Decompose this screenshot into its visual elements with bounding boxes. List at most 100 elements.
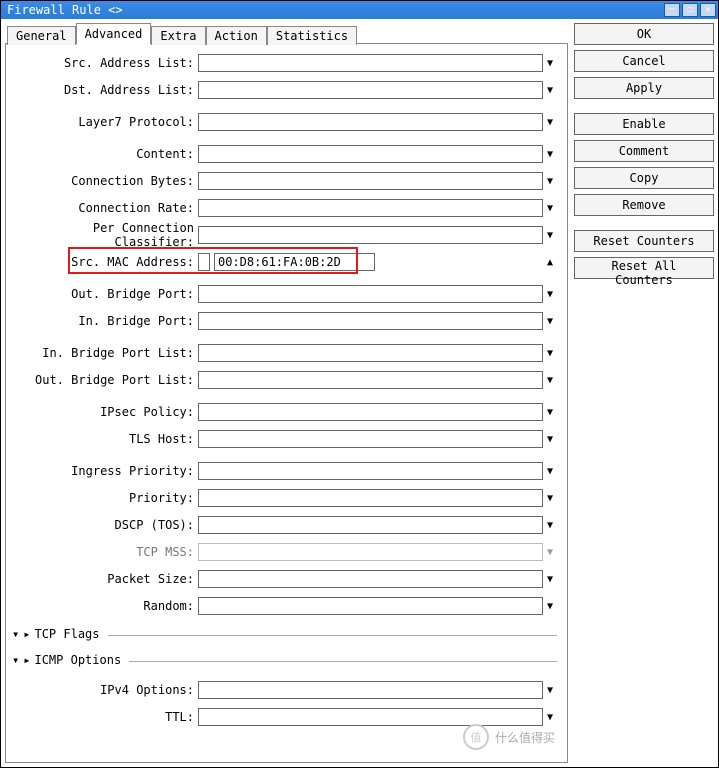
label-in-bridge-port-list: In. Bridge Port List:	[12, 346, 198, 360]
expand-toggle-icon[interactable]: ▼	[543, 174, 557, 188]
label-tls-host: TLS Host:	[12, 432, 198, 446]
in-bridge-port-input[interactable]	[198, 312, 543, 330]
tab-extra[interactable]: Extra	[151, 26, 205, 45]
expand-toggle-icon[interactable]: ▼	[543, 572, 557, 586]
minimize-button[interactable]: ─	[664, 3, 680, 17]
label-dscp: DSCP (TOS):	[12, 518, 198, 532]
in-bridge-port-list-input[interactable]	[198, 344, 543, 362]
label-dst-address-list: Dst. Address List:	[12, 83, 198, 97]
label-random: Random:	[12, 599, 198, 613]
ok-button[interactable]: OK	[574, 23, 714, 45]
tab-panel-advanced: Src. Address List: ▼ Dst. Address List: …	[5, 43, 568, 763]
label-out-bridge-port-list: Out. Bridge Port List:	[12, 373, 198, 387]
tcp-flags-label: TCP Flags	[34, 627, 99, 641]
random-input[interactable]	[198, 597, 543, 615]
label-content: Content:	[12, 147, 198, 161]
tab-advanced[interactable]: Advanced	[76, 23, 152, 44]
enable-button[interactable]: Enable	[574, 113, 714, 135]
expand-toggle-icon[interactable]: ▼	[543, 201, 557, 215]
tab-action[interactable]: Action	[206, 26, 267, 45]
label-packet-size: Packet Size:	[12, 572, 198, 586]
expand-toggle-icon[interactable]: ▼	[543, 432, 557, 446]
label-tcp-mss: TCP MSS:	[12, 545, 198, 559]
dst-address-list-input[interactable]	[198, 81, 543, 99]
icmp-options-header[interactable]: ▾ ▸ ICMP Options	[12, 651, 557, 669]
collapse-toggle-icon[interactable]: ▲	[543, 255, 557, 269]
expand-toggle-icon[interactable]: ▼	[543, 491, 557, 505]
tab-general[interactable]: General	[7, 26, 76, 45]
caret-right-icon: ▸	[23, 627, 30, 641]
src-mac-not-checkbox[interactable]	[198, 253, 210, 271]
label-priority: Priority:	[12, 491, 198, 505]
packet-size-input[interactable]	[198, 570, 543, 588]
expand-toggle-icon[interactable]: ▼	[543, 56, 557, 70]
layer7-input[interactable]	[198, 113, 543, 131]
tab-statistics[interactable]: Statistics	[267, 26, 357, 45]
tcp-flags-header[interactable]: ▾ ▸ TCP Flags	[12, 625, 557, 643]
label-ipv4-options: IPv4 Options:	[12, 683, 198, 697]
expand-toggle-icon[interactable]: ▼	[543, 405, 557, 419]
expand-toggle-icon: ▼	[543, 545, 557, 559]
content-input[interactable]	[198, 145, 543, 163]
close-button[interactable]: ✕	[700, 3, 716, 17]
ipsec-policy-input[interactable]	[198, 403, 543, 421]
out-bridge-port-list-input[interactable]	[198, 371, 543, 389]
pcc-input[interactable]	[198, 226, 543, 244]
src-address-list-input[interactable]	[198, 54, 543, 72]
label-in-bridge-port: In. Bridge Port:	[12, 314, 198, 328]
maximize-button[interactable]: ☐	[682, 3, 698, 17]
label-out-bridge-port: Out. Bridge Port:	[12, 287, 198, 301]
chevron-down-icon: ▾	[12, 653, 19, 667]
priority-input[interactable]	[198, 489, 543, 507]
apply-button[interactable]: Apply	[574, 77, 714, 99]
src-mac-input[interactable]	[214, 253, 375, 271]
label-src-address-list: Src. Address List:	[12, 56, 198, 70]
label-conn-bytes: Connection Bytes:	[12, 174, 198, 188]
expand-toggle-icon[interactable]: ▼	[543, 518, 557, 532]
label-ttl: TTL:	[12, 710, 198, 724]
expand-toggle-icon[interactable]: ▼	[543, 287, 557, 301]
expand-toggle-icon[interactable]: ▼	[543, 228, 557, 242]
cancel-button[interactable]: Cancel	[574, 50, 714, 72]
tls-host-input[interactable]	[198, 430, 543, 448]
reset-counters-button[interactable]: Reset Counters	[574, 230, 714, 252]
window-title: Firewall Rule <>	[7, 3, 662, 17]
chevron-down-icon: ▾	[12, 627, 19, 641]
expand-toggle-icon[interactable]: ▼	[543, 710, 557, 724]
copy-button[interactable]: Copy	[574, 167, 714, 189]
expand-toggle-icon[interactable]: ▼	[543, 147, 557, 161]
label-conn-rate: Connection Rate:	[12, 201, 198, 215]
expand-toggle-icon[interactable]: ▼	[543, 464, 557, 478]
expand-toggle-icon[interactable]: ▼	[543, 346, 557, 360]
tcp-mss-input	[198, 543, 543, 561]
expand-toggle-icon[interactable]: ▼	[543, 115, 557, 129]
expand-toggle-icon[interactable]: ▼	[543, 373, 557, 387]
conn-bytes-input[interactable]	[198, 172, 543, 190]
label-ipsec-policy: IPsec Policy:	[12, 405, 198, 419]
comment-button[interactable]: Comment	[574, 140, 714, 162]
label-layer7: Layer7 Protocol:	[12, 115, 198, 129]
left-pane: General Advanced Extra Action Statistics…	[5, 23, 568, 763]
expand-toggle-icon[interactable]: ▼	[543, 83, 557, 97]
divider	[129, 661, 557, 662]
watermark-text: 什么值得买	[495, 729, 555, 746]
divider	[108, 635, 558, 636]
caret-right-icon: ▸	[23, 653, 30, 667]
conn-rate-input[interactable]	[198, 199, 543, 217]
reset-all-counters-button[interactable]: Reset All Counters	[574, 257, 714, 279]
tab-bar: General Advanced Extra Action Statistics	[5, 23, 568, 44]
ttl-input[interactable]	[198, 708, 543, 726]
button-column: OK Cancel Apply Enable Comment Copy Remo…	[574, 23, 714, 763]
icmp-options-label: ICMP Options	[34, 653, 121, 667]
out-bridge-port-input[interactable]	[198, 285, 543, 303]
label-src-mac: Src. MAC Address:	[12, 255, 198, 269]
label-ingress-priority: Ingress Priority:	[12, 464, 198, 478]
expand-toggle-icon[interactable]: ▼	[543, 683, 557, 697]
expand-toggle-icon[interactable]: ▼	[543, 599, 557, 613]
ingress-priority-input[interactable]	[198, 462, 543, 480]
remove-button[interactable]: Remove	[574, 194, 714, 216]
expand-toggle-icon[interactable]: ▼	[543, 314, 557, 328]
dscp-input[interactable]	[198, 516, 543, 534]
ipv4-options-input[interactable]	[198, 681, 543, 699]
title-bar: Firewall Rule <> ─ ☐ ✕	[1, 1, 718, 19]
